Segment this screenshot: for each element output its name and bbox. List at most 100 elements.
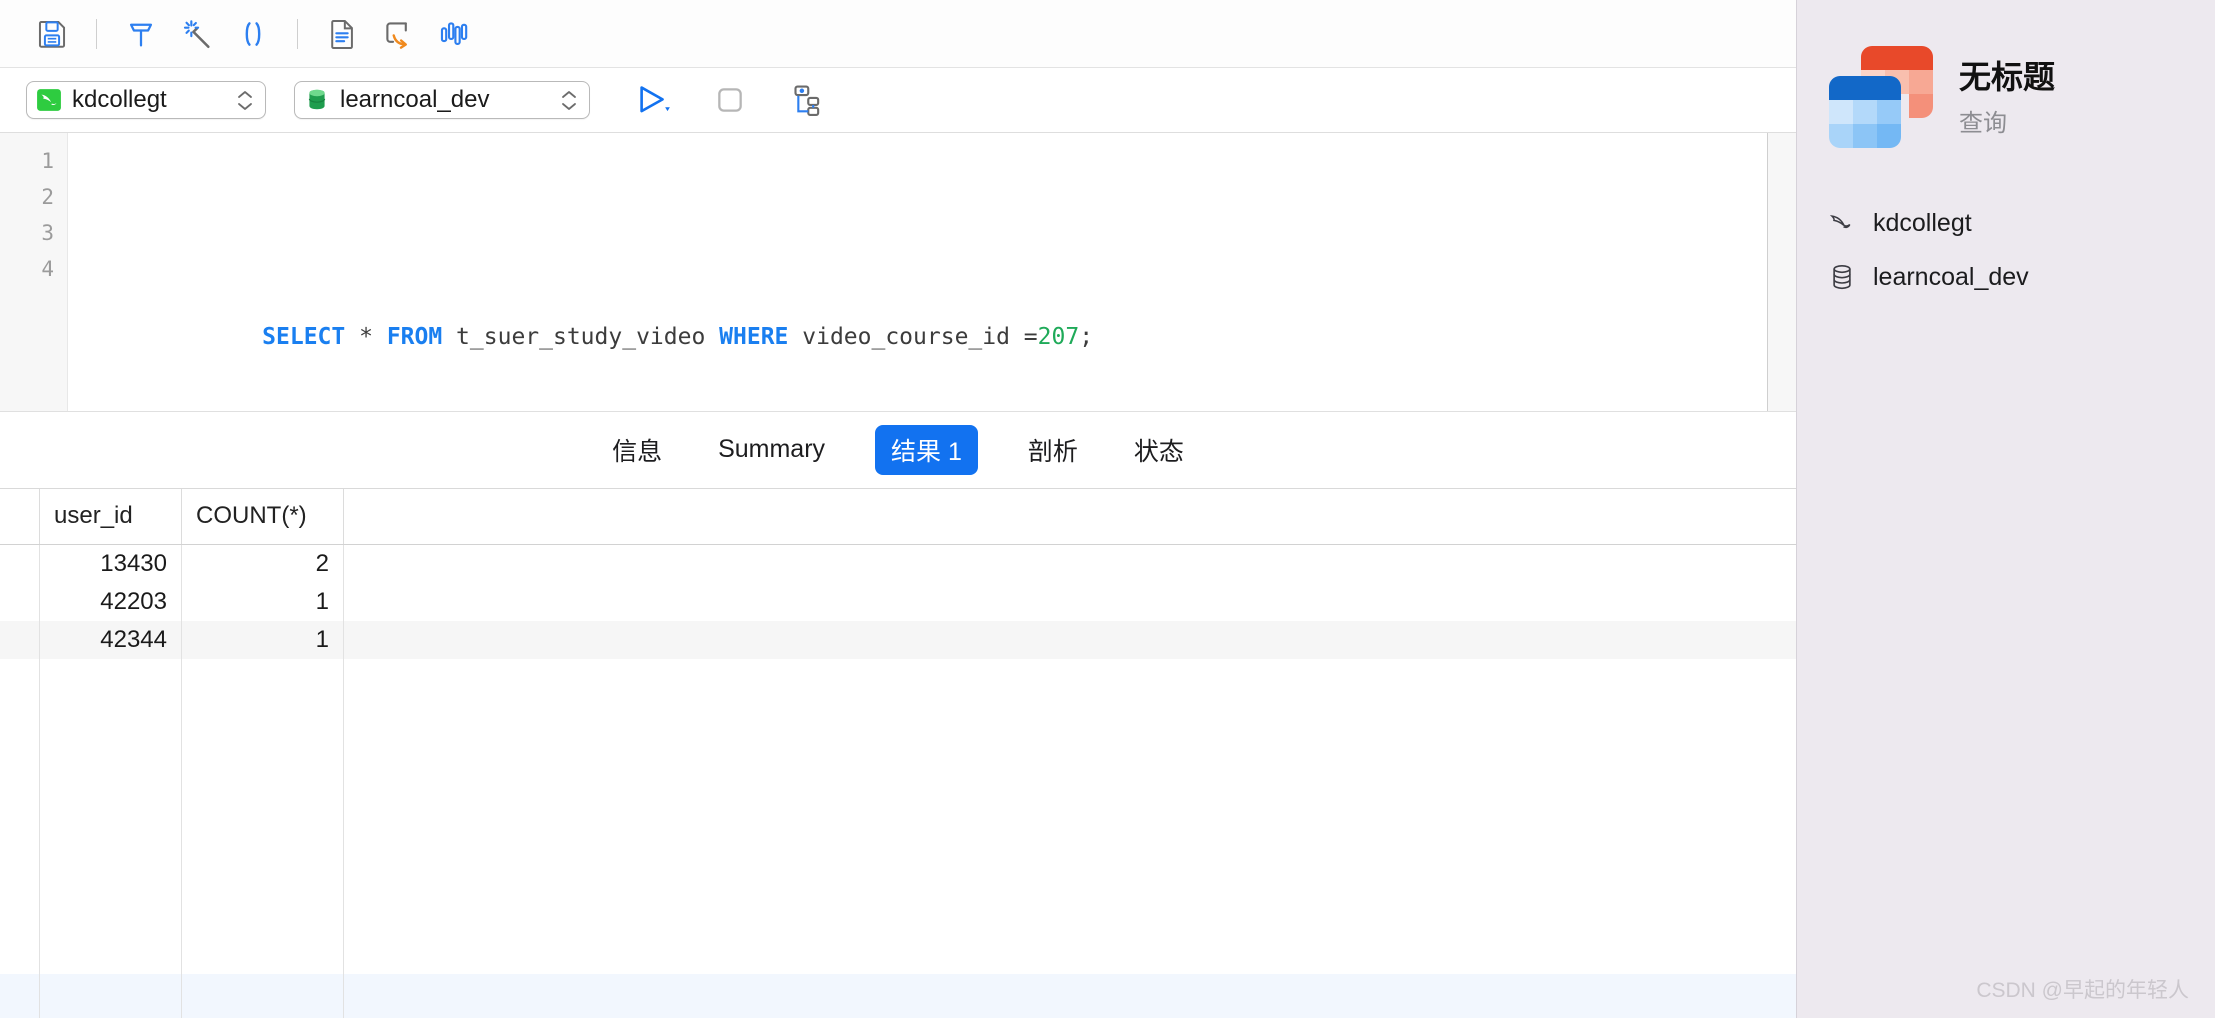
chart-button[interactable] bbox=[426, 11, 482, 57]
grid-blank-area bbox=[0, 658, 1796, 975]
tab-summary[interactable]: Summary bbox=[712, 428, 831, 471]
magic-wand-icon bbox=[183, 19, 210, 48]
connection-name: kdcollegt bbox=[72, 86, 167, 113]
token-text: * bbox=[345, 324, 387, 350]
page-subtitle: 查询 bbox=[1959, 109, 2007, 137]
cell-value: 2 bbox=[315, 549, 329, 577]
main-area: kdcollegt learncoal_dev 1 2 3 4 SELECT *… bbox=[0, 0, 1797, 1018]
cell-count[interactable]: 2 bbox=[182, 544, 344, 583]
line-number: 1 bbox=[41, 149, 54, 173]
run-play-icon bbox=[640, 86, 670, 113]
database-name: learncoal_dev bbox=[340, 86, 490, 113]
cell-count[interactable]: 1 bbox=[182, 582, 344, 621]
explain-plan-button[interactable] bbox=[780, 78, 828, 122]
sql-editor[interactable]: 1 2 3 4 SELECT * FROM t_suer_study_video… bbox=[0, 133, 1768, 411]
row-indicator bbox=[0, 620, 40, 659]
sidebar-item-label: learncoal_dev bbox=[1873, 262, 2029, 291]
stop-square-icon bbox=[718, 88, 742, 112]
connection-selector[interactable]: kdcollegt bbox=[26, 81, 266, 119]
grid-header-row: user_id COUNT(*) bbox=[0, 488, 1796, 545]
database-cylinder-icon bbox=[308, 89, 326, 110]
grid-selected-row[interactable] bbox=[0, 974, 1796, 1018]
save-button[interactable] bbox=[24, 11, 80, 57]
result-grid: user_id COUNT(*) 13430 2 42203 1 42344 1 bbox=[0, 488, 1796, 1018]
token-text: ; bbox=[1079, 324, 1094, 350]
database-selector[interactable]: learncoal_dev bbox=[294, 81, 590, 119]
chevron-down-icon bbox=[665, 107, 670, 112]
export-button[interactable] bbox=[370, 11, 426, 57]
cell-count[interactable]: 1 bbox=[182, 620, 344, 659]
blank-cell bbox=[182, 658, 344, 974]
explain-plan-icon bbox=[794, 85, 820, 116]
mysql-dolphin-icon bbox=[1829, 215, 1851, 229]
connection-stepper[interactable] bbox=[237, 90, 253, 111]
cell-value: 42344 bbox=[100, 625, 167, 653]
run-controls bbox=[632, 78, 828, 122]
blank-cell bbox=[344, 974, 1796, 1018]
cell-empty bbox=[344, 583, 1796, 621]
token-number: 207 bbox=[1037, 324, 1080, 350]
right-panel: 无标题 查询 kdcollegt learncoal_dev CSDN @早起的… bbox=[1797, 0, 2215, 1018]
tab-info[interactable]: 信息 bbox=[606, 425, 668, 475]
stop-button[interactable] bbox=[706, 78, 754, 122]
result-tabbar: 信息 Summary 结果 1 剖析 状态 bbox=[0, 410, 1796, 489]
sidebar-item-label: kdcollegt bbox=[1873, 208, 1972, 237]
chevron-down-icon bbox=[238, 102, 252, 110]
parentheses-button[interactable] bbox=[225, 11, 281, 57]
table-row[interactable]: 42344 1 bbox=[0, 620, 1796, 659]
mysql-dolphin-icon bbox=[37, 89, 61, 111]
line-number: 3 bbox=[41, 221, 54, 245]
tab-status[interactable]: 状态 bbox=[1128, 425, 1190, 475]
token-keyword: WHERE bbox=[719, 324, 789, 350]
document-button[interactable] bbox=[314, 11, 370, 57]
logo-blue-square bbox=[1829, 76, 1901, 148]
tab-result-1[interactable]: 结果 1 bbox=[875, 424, 978, 475]
page-title: 无标题 bbox=[1959, 58, 2056, 95]
blank-cell bbox=[182, 974, 344, 1018]
sidebar-item-kdcollegt[interactable]: kdcollegt bbox=[1827, 208, 2215, 238]
chevron-up-icon bbox=[238, 90, 252, 98]
grid-empty-space bbox=[0, 658, 1796, 1018]
chevron-up-icon bbox=[562, 90, 576, 98]
sql-code[interactable]: SELECT * FROM t_suer_study_video WHERE v… bbox=[68, 133, 1767, 411]
cell-user-id[interactable]: 13430 bbox=[40, 544, 182, 583]
row-indicator bbox=[0, 582, 40, 621]
column-header-user-id[interactable]: user_id bbox=[40, 488, 182, 544]
cell-user-id[interactable]: 42203 bbox=[40, 582, 182, 621]
database-cylinder-icon bbox=[1833, 264, 1851, 290]
line-number-gutter: 1 2 3 4 bbox=[0, 133, 68, 411]
column-header-empty bbox=[344, 489, 1796, 544]
beautify-button[interactable] bbox=[169, 11, 225, 57]
table-row[interactable]: 42203 1 bbox=[0, 582, 1796, 621]
watermark: CSDN @早起的年轻人 bbox=[1976, 979, 2189, 1002]
code-line-2: SELECT * FROM t_suer_study_video WHERE v… bbox=[96, 283, 1767, 350]
connection-bar: kdcollegt learncoal_dev bbox=[0, 68, 1796, 133]
sidebar-item-learncoal-dev[interactable]: learncoal_dev bbox=[1827, 262, 2215, 292]
panel-title-block: 无标题 查询 bbox=[1959, 57, 2055, 138]
toolbar-divider-2 bbox=[297, 18, 298, 49]
panel-list: kdcollegt learncoal_dev bbox=[1797, 208, 2215, 292]
row-indicator bbox=[0, 544, 40, 583]
token-keyword: SELECT bbox=[262, 324, 346, 350]
sql-editor-area: 1 2 3 4 SELECT * FROM t_suer_study_video… bbox=[0, 133, 1796, 411]
format-button[interactable] bbox=[113, 11, 169, 57]
chevron-down-icon bbox=[562, 102, 576, 110]
run-button[interactable] bbox=[632, 78, 680, 122]
tab-profile[interactable]: 剖析 bbox=[1022, 425, 1084, 475]
export-transfer-icon bbox=[386, 21, 407, 49]
hammer-format-icon bbox=[129, 23, 153, 46]
cell-value: 1 bbox=[315, 625, 329, 653]
cell-user-id[interactable]: 42344 bbox=[40, 620, 182, 659]
document-icon bbox=[331, 19, 353, 49]
save-icon bbox=[38, 20, 66, 48]
token-text: video_course_id = bbox=[788, 324, 1038, 350]
blank-cell bbox=[344, 659, 1796, 975]
row-indicator bbox=[0, 974, 40, 1018]
row-indicator bbox=[0, 658, 40, 974]
column-header-count[interactable]: COUNT(*) bbox=[182, 488, 344, 544]
table-row[interactable]: 13430 2 bbox=[0, 544, 1796, 583]
database-stepper[interactable] bbox=[561, 90, 577, 111]
blank-cell bbox=[40, 658, 182, 974]
token-text: t_suer_study_video bbox=[442, 324, 720, 350]
